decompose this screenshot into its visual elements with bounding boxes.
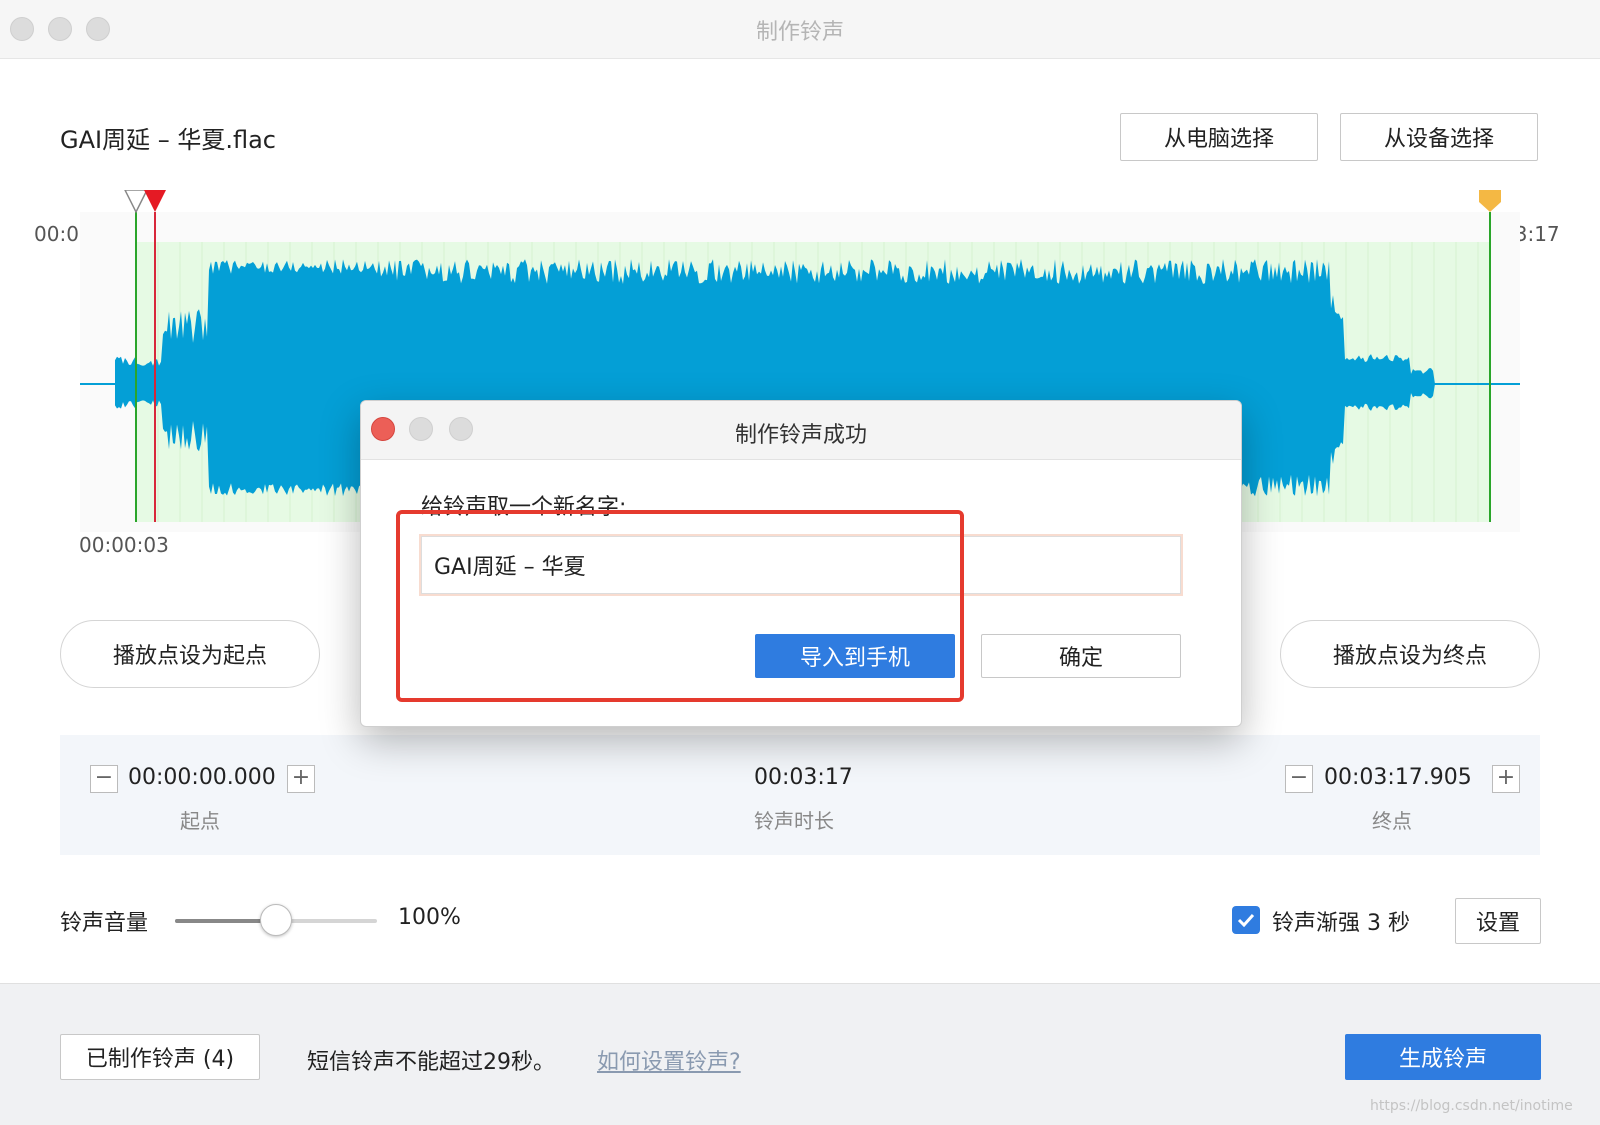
how-to-set-ringtone-link[interactable]: 如何设置铃声? [597,1044,741,1076]
start-label: 起点 [180,809,220,833]
end-time-value[interactable]: 00:03:17.905 [1324,765,1472,790]
fade-in-checkbox[interactable] [1232,906,1260,934]
select-from-device-button[interactable]: 从设备选择 [1340,113,1538,161]
cursor-time: 00:00:03 [79,533,169,557]
window-title: 制作铃声 [755,20,844,45]
watermark: https://blog.csdn.net/inotime [1370,1098,1573,1114]
import-to-phone-button[interactable]: 导入到手机 [755,634,955,678]
footer: 已制作铃声 (4) 短信铃声不能超过29秒。 如何设置铃声? 生成铃声 http… [0,983,1600,1125]
select-from-computer-button[interactable]: 从电脑选择 [1120,113,1318,161]
start-marker-handle [124,190,148,214]
timing-panel: − 00:00:00.000 + 起点 00:03:17 铃声时长 − 00:0… [60,735,1540,855]
volume-value: 100% [398,905,461,930]
end-decrement-button[interactable]: − [1285,765,1313,793]
volume-label: 铃声音量 [60,911,149,936]
ringtone-name-input[interactable] [419,534,1183,596]
success-dialog: 制作铃声成功 给铃声取一个新名字: 导入到手机 确定 [360,400,1242,727]
end-increment-button[interactable]: + [1492,765,1520,793]
confirm-button[interactable]: 确定 [981,634,1181,678]
dialog-title: 制作铃声成功 [734,423,867,448]
dialog-title-bar: 制作铃声成功 [361,401,1241,460]
rename-prompt: 给铃声取一个新名字: [421,495,627,520]
made-ringtones-button[interactable]: 已制作铃声 (4) [60,1034,260,1080]
end-marker-handle [1479,190,1501,212]
file-name: GAI周延 – 华夏.flac [60,126,276,154]
waveform-markers [124,190,1501,214]
start-decrement-button[interactable]: − [90,765,118,793]
duration-value: 00:03:17 [754,765,853,790]
start-increment-button[interactable]: + [287,765,315,793]
volume-slider-knob[interactable] [260,904,292,936]
checkmark-icon [1237,913,1255,927]
set-start-button[interactable]: 播放点设为起点 [60,620,320,688]
sms-ringtone-note: 短信铃声不能超过29秒。 [307,1050,555,1075]
set-end-button[interactable]: 播放点设为终点 [1280,620,1540,688]
fade-settings-button[interactable]: 设置 [1455,898,1541,944]
fade-in-label: 铃声渐强 3 秒 [1272,911,1410,936]
generate-ringtone-button[interactable]: 生成铃声 [1345,1034,1541,1080]
duration-label: 铃声时长 [754,809,834,833]
title-bar: 制作铃声 [0,0,1600,59]
end-label: 终点 [1372,809,1412,833]
playhead-handle [144,190,166,212]
start-time-value[interactable]: 00:00:00.000 [128,765,276,790]
